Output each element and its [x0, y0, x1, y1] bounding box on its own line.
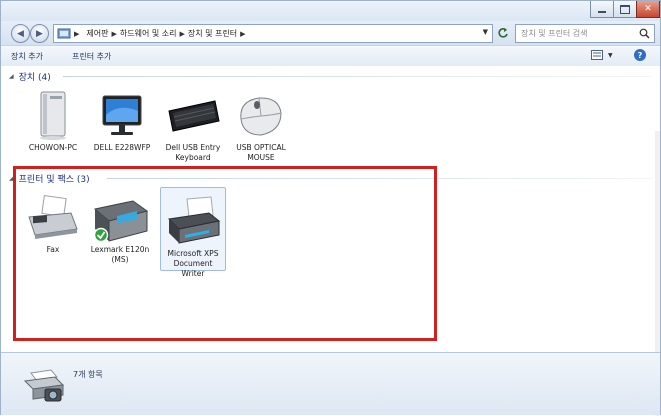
device-item[interactable]: CHOWON-PC	[22, 89, 84, 153]
refresh-icon	[498, 28, 508, 38]
maximize-icon	[620, 4, 630, 14]
device-item[interactable]: DELL E228WFP	[91, 89, 153, 153]
address-row: ◀ ▶ ▶ 제어판 ▶ 하드웨어 및 소리 ▶ 장치 및 프린터 ▶ ▼ 장치 …	[1, 21, 660, 45]
item-count: 7개 항목	[73, 370, 103, 379]
device-label: DELL E228WFP	[93, 143, 151, 152]
breadcrumb: 제어판 ▶ 하드웨어 및 소리 ▶ 장치 및 프린터 ▶	[86, 28, 248, 39]
breadcrumb-hardware-sound[interactable]: 하드웨어 및 소리	[120, 28, 177, 39]
minimize-icon	[598, 10, 606, 13]
view-dropdown-icon: ▼	[608, 51, 613, 59]
device-label: Dell USB Entry Keyboard	[165, 143, 221, 162]
address-dropdown-icon[interactable]: ▼	[483, 28, 488, 36]
search-icon[interactable]	[639, 28, 650, 39]
forward-button[interactable]: ▶	[30, 24, 49, 43]
device-label: USB OPTICAL MOUSE	[236, 143, 286, 162]
view-options-icon	[591, 50, 603, 60]
refresh-button[interactable]	[495, 26, 511, 40]
device-item[interactable]: Dell USB Entry Keyboard	[162, 89, 224, 163]
details-pane: 7개 항목	[1, 352, 660, 415]
address-bar[interactable]: ▶ 제어판 ▶ 하드웨어 및 소리 ▶ 장치 및 프린터 ▶ ▼	[53, 24, 493, 43]
computer-tower-icon	[40, 91, 66, 140]
close-icon: ✕	[644, 4, 652, 14]
add-device-button[interactable]: 장치 추가	[11, 51, 43, 62]
back-button[interactable]: ◀	[11, 24, 30, 43]
collapse-triangle-icon[interactable]: ◢	[9, 73, 14, 80]
annotation-highlight-box	[13, 166, 437, 341]
help-button[interactable]: ?	[634, 49, 646, 61]
breadcrumb-control-panel[interactable]: 제어판	[86, 28, 108, 39]
devices-printers-icon	[23, 369, 65, 402]
search-input[interactable]: 장치 및 프린터 검색	[515, 24, 655, 43]
breadcrumb-separator-icon[interactable]: ▶	[179, 30, 184, 38]
help-icon: ?	[637, 50, 643, 60]
command-bar: 장치 추가 프린터 추가 ▼ ?	[1, 45, 660, 67]
mouse-icon	[240, 97, 282, 136]
title-bar: ✕	[1, 1, 660, 21]
add-printer-button[interactable]: 프린터 추가	[72, 51, 111, 62]
forward-arrow-icon: ▶	[36, 28, 43, 39]
close-button[interactable]: ✕	[636, 1, 660, 18]
devices-group-label: 장치 (4)	[18, 73, 51, 83]
monitor-icon	[102, 95, 142, 135]
breadcrumb-devices-printers[interactable]: 장치 및 프린터	[188, 28, 237, 39]
view-options-button[interactable]: ▼	[591, 50, 613, 60]
keyboard-icon	[168, 100, 220, 132]
breadcrumb-separator-icon[interactable]: ▶	[240, 30, 245, 38]
breadcrumb-separator-icon[interactable]: ▶	[111, 30, 116, 38]
explorer-window: ✕ ◀ ▶ ▶ 제어판 ▶ 하드웨어 및 소리 ▶ 장치 및 프린터 ▶ ▼ 장…	[0, 0, 661, 416]
device-item[interactable]: USB OPTICAL MOUSE	[230, 89, 292, 163]
device-label: CHOWON-PC	[28, 143, 78, 152]
search-placeholder: 장치 및 프린터 검색	[521, 29, 588, 38]
maximize-button[interactable]	[613, 1, 637, 18]
back-arrow-icon: ◀	[17, 28, 24, 39]
devices-group-divider	[63, 76, 651, 77]
minimize-button[interactable]	[590, 1, 614, 18]
control-panel-icon	[57, 28, 71, 38]
breadcrumb-separator-icon: ▶	[74, 29, 80, 38]
devices-group-header[interactable]: ◢ 장치 (4)	[9, 70, 51, 83]
